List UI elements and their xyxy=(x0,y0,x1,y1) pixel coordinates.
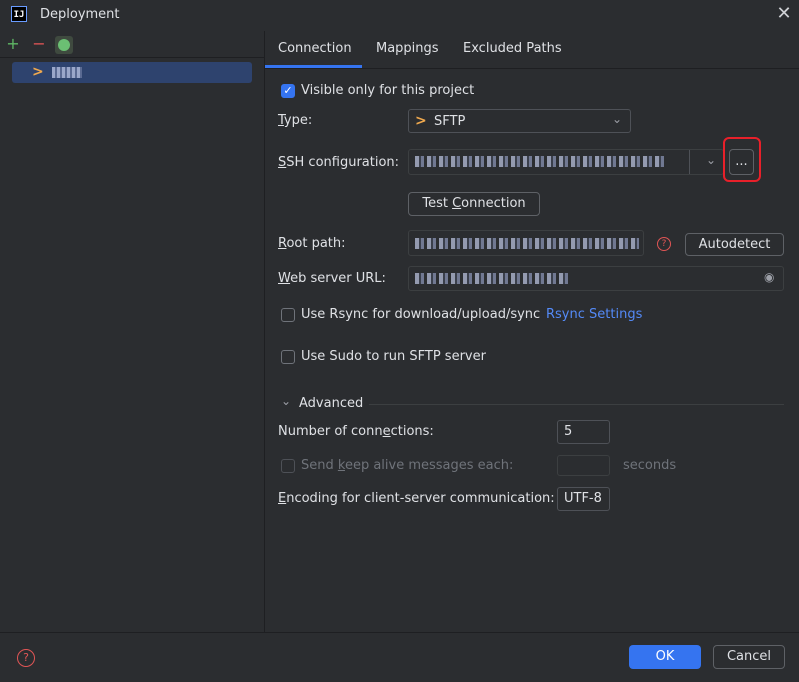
help-icon[interactable]: ? xyxy=(17,649,35,667)
encoding-dropdown[interactable]: UTF-8 xyxy=(557,487,610,511)
rsync-settings-link[interactable]: Rsync Settings xyxy=(546,307,642,322)
help-icon[interactable]: ? xyxy=(657,237,671,251)
rsync-label: Use Rsync for download/upload/sync xyxy=(301,307,541,322)
type-dropdown[interactable]: > SFTP ⌄ xyxy=(408,109,631,133)
chevron-down-icon[interactable]: ⌄ xyxy=(281,394,291,408)
tab-connection[interactable]: Connection xyxy=(278,41,352,56)
root-path-label: Root path: xyxy=(278,236,346,251)
web-url-input[interactable]: ◉ xyxy=(408,266,784,291)
type-label: Type: xyxy=(278,113,313,128)
test-connection-button[interactable]: Test Connection xyxy=(408,192,540,216)
web-url-label: Web server URL: xyxy=(278,271,386,286)
root-path-value-redacted xyxy=(415,238,639,249)
close-icon[interactable]: ✕ xyxy=(774,4,794,24)
encoding-label: Encoding for client-server communication… xyxy=(278,491,555,506)
chevron-down-icon: ⌄ xyxy=(706,153,717,167)
set-default-server-button[interactable] xyxy=(55,36,73,54)
sudo-label: Use Sudo to run SFTP server xyxy=(301,349,486,364)
keepalive-checkbox[interactable] xyxy=(281,459,295,473)
tab-mappings[interactable]: Mappings xyxy=(376,41,439,56)
keepalive-input[interactable] xyxy=(557,455,610,476)
web-url-value-redacted xyxy=(415,273,570,284)
sftp-icon: > xyxy=(32,64,44,80)
keepalive-label: Send keep alive messages each: xyxy=(301,458,514,473)
remove-server-button[interactable]: − xyxy=(30,35,48,53)
autodetect-button[interactable]: Autodetect xyxy=(685,233,784,256)
server-list-panel xyxy=(0,31,265,632)
globe-icon[interactable]: ◉ xyxy=(764,270,774,284)
ssh-config-dropdown[interactable]: ⌄ xyxy=(408,149,724,175)
sftp-icon: > xyxy=(415,113,427,129)
encoding-value: UTF-8 xyxy=(564,491,602,506)
ok-button[interactable]: OK xyxy=(629,645,701,669)
add-server-button[interactable]: + xyxy=(4,35,22,53)
tab-excluded-paths[interactable]: Excluded Paths xyxy=(463,41,562,56)
window-title: Deployment xyxy=(40,7,120,22)
cancel-button[interactable]: Cancel xyxy=(713,645,785,669)
visible-only-label: Visible only for this project xyxy=(301,83,475,98)
chevron-down-icon: ⌄ xyxy=(612,112,623,126)
rsync-checkbox[interactable] xyxy=(281,308,295,322)
connections-value: 5 xyxy=(564,424,573,439)
keepalive-unit: seconds xyxy=(623,458,677,473)
connections-input[interactable]: 5 xyxy=(557,420,610,444)
server-list-item[interactable]: > xyxy=(12,62,252,83)
active-tab-indicator xyxy=(265,65,362,68)
intellij-app-icon: IJ xyxy=(11,6,27,22)
highlight-box xyxy=(723,137,761,182)
type-value: SFTP xyxy=(434,114,466,129)
dropdown-divider xyxy=(689,150,690,174)
server-name-redacted xyxy=(52,67,82,78)
check-badge-icon xyxy=(58,39,70,51)
section-divider xyxy=(369,404,784,405)
ssh-config-value-redacted xyxy=(415,156,665,167)
advanced-section-title[interactable]: Advanced xyxy=(299,396,363,411)
title-bar xyxy=(0,0,799,30)
ssh-config-label: SSH configuration: xyxy=(278,155,400,170)
connections-label: Number of connections: xyxy=(278,424,434,439)
root-path-input[interactable] xyxy=(408,230,644,256)
visible-only-checkbox[interactable]: ✓ xyxy=(281,84,295,98)
sudo-checkbox[interactable] xyxy=(281,350,295,364)
